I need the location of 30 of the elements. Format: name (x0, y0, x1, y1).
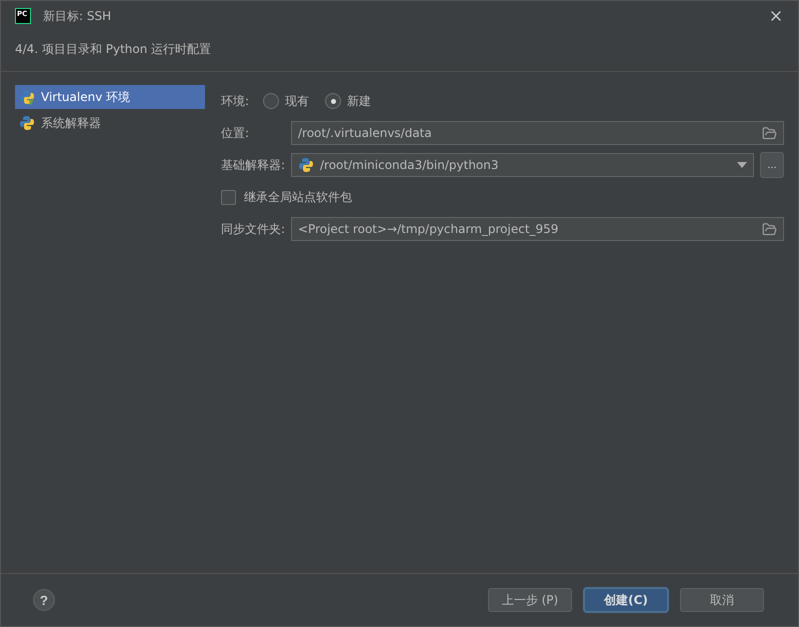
window-title: 新目标: SSH (43, 8, 112, 24)
radio-button[interactable] (263, 93, 279, 109)
radio-label: 新建 (347, 92, 371, 110)
python-venv-icon (19, 89, 35, 105)
help-button[interactable]: ? (33, 589, 55, 611)
folder-icon[interactable] (762, 222, 777, 236)
field-label: 同步文件夹: (221, 220, 286, 238)
python-icon (19, 115, 35, 131)
radio-label: 现有 (285, 92, 309, 110)
python-icon (298, 157, 314, 173)
field-label: 基础解释器: (221, 156, 286, 174)
folder-icon[interactable] (762, 126, 777, 140)
field-label: 位置: (221, 124, 250, 142)
checkbox[interactable] (221, 190, 236, 204)
interpreter-dropdown[interactable]: /root/miniconda3/bin/python3 (291, 153, 754, 177)
sidebar-item-label: 系统解释器 (41, 114, 101, 132)
checkbox-label: 继承全局站点软件包 (244, 188, 352, 206)
sidebar-item[interactable]: Virtualenv 环境 (15, 85, 205, 109)
field-label: 环境: (221, 92, 250, 110)
location-field[interactable]: /root/.virtualenvs/data (291, 121, 784, 145)
sync-folder-field[interactable]: <Project root>→/tmp/pycharm_project_959 (291, 217, 784, 241)
browse-button[interactable]: ... (760, 152, 784, 178)
dialog-button[interactable]: 创建(C) (584, 588, 668, 612)
sidebar-item[interactable]: 系统解释器 (15, 111, 205, 135)
dialog-button[interactable]: 上一步 (P) (488, 588, 572, 612)
step-title: 4/4. 项目目录和 Python 运行时配置 (14, 41, 212, 58)
sidebar-item-label: Virtualenv 环境 (41, 88, 130, 106)
dialog-button[interactable]: 取消 (680, 588, 764, 612)
caret-icon (737, 162, 747, 168)
radio-button[interactable] (325, 93, 341, 109)
